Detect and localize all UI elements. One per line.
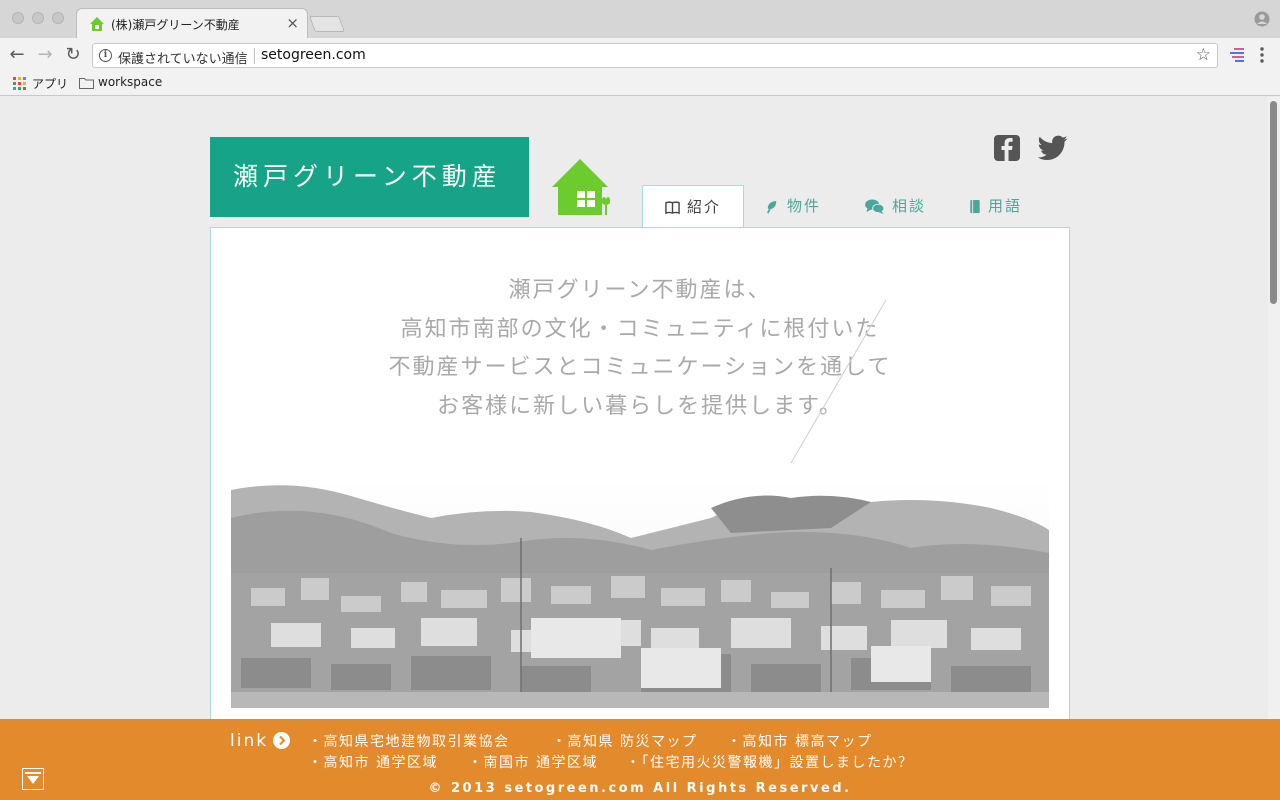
site-logo[interactable]: 瀬戸グリーン不動産 <box>210 137 529 217</box>
window-close-button[interactable] <box>12 12 24 24</box>
page-viewport: 瀬戸グリーン不動産 紹介 物件 相談 用語 瀬戸グリーン不動産は、 高知市南部の… <box>0 97 1280 800</box>
seedling-icon <box>767 200 777 213</box>
book-icon <box>665 200 680 214</box>
bookmark-workspace[interactable]: workspace <box>98 75 162 89</box>
link-label: link <box>230 731 269 751</box>
intro-line: 不動産サービスとコミュニケーションを通して <box>388 355 892 380</box>
reload-icon[interactable]: ↻ <box>62 44 84 66</box>
bookmark-star-icon[interactable]: ☆ <box>1196 45 1211 65</box>
footer-link[interactable]: ・南国市 通学区域 <box>468 752 598 772</box>
address-bar[interactable]: i 保護されていない通信 setogreen.com ☆ <box>92 43 1218 68</box>
url-text[interactable]: setogreen.com <box>261 47 366 63</box>
decorative-brush-stroke <box>790 299 887 464</box>
tab-intro-label: 紹介 <box>686 198 721 216</box>
forward-icon[interactable]: → <box>34 44 56 66</box>
footer-link[interactable]: ・高知県 防災マップ <box>552 731 697 751</box>
chat-icon <box>865 198 885 214</box>
intro-text: 瀬戸グリーン不動産は、 高知市南部の文化・コミュニティに根付いた 不動産サービス… <box>231 272 1049 426</box>
tab-properties-label: 物件 <box>787 197 822 215</box>
browser-tab[interactable]: (株)瀬戸グリーン不動産 × <box>76 8 308 38</box>
copyright-text: © 2013 setogreen.com All Rights Reserved… <box>428 781 852 796</box>
twitter-icon[interactable] <box>1038 135 1068 161</box>
address-separator <box>254 48 255 64</box>
browser-menu-icon[interactable] <box>1256 46 1268 64</box>
bookmarks-bar: アプリ workspace <box>0 72 1280 96</box>
footer-bar: link ・高知県宅地建物取引業協会 ・高知県 防災マップ ・高知市 標高マップ… <box>0 719 1280 800</box>
footer-link[interactable]: ・高知市 標高マップ <box>727 731 872 751</box>
window-minimize-button[interactable] <box>32 12 44 24</box>
tab-glossary-label: 用語 <box>988 197 1023 215</box>
intro-line: 瀬戸グリーン不動産は、 <box>508 278 772 303</box>
facebook-icon[interactable] <box>994 135 1020 161</box>
content-panel: 瀬戸グリーン不動産は、 高知市南部の文化・コミュニティに根付いた 不動産サービス… <box>210 227 1070 800</box>
tab-consult[interactable]: 相談 <box>864 185 926 227</box>
footer-link[interactable]: ・高知市 通学区域 <box>308 752 438 772</box>
intro-line: 高知市南部の文化・コミュニティに根付いた <box>400 316 880 342</box>
extension-icon[interactable] <box>1230 48 1246 62</box>
folder-icon <box>79 78 94 89</box>
new-tab-button[interactable] <box>309 16 345 32</box>
notebook-icon <box>970 199 980 213</box>
info-icon[interactable]: i <box>99 49 112 62</box>
chevron-right-icon <box>273 732 290 749</box>
tab-intro[interactable]: 紹介 <box>642 185 744 228</box>
tab-consult-label: 相談 <box>892 197 927 215</box>
browser-titlebar: (株)瀬戸グリーン不動産 × <box>0 0 1280 38</box>
house-logo-icon <box>552 159 610 215</box>
page-scrollbar[interactable] <box>1268 97 1280 720</box>
footer-link[interactable]: ・「住宅用火災警報機」設置しましたか？ <box>626 752 914 772</box>
cityscape-photo <box>231 478 1049 708</box>
bookmark-apps[interactable]: アプリ <box>32 75 68 92</box>
apps-grid-icon[interactable] <box>13 77 26 90</box>
back-icon[interactable]: ← <box>6 44 28 66</box>
house-favicon-icon <box>90 17 104 31</box>
footer-link[interactable]: ・高知県宅地建物取引業協会 <box>308 731 510 751</box>
scroll-thumb[interactable] <box>1270 101 1277 304</box>
intro-line: お客様に新しい暮らしを提供します。 <box>437 393 843 419</box>
tab-title: (株)瀬戸グリーン不動産 <box>111 18 240 32</box>
tab-properties[interactable]: 物件 <box>765 185 821 227</box>
tab-glossary[interactable]: 用語 <box>969 185 1022 227</box>
tab-close-icon[interactable]: × <box>286 14 299 32</box>
browser-toolbar: ← → ↻ i 保護されていない通信 setogreen.com ☆ <box>0 38 1280 72</box>
security-label: 保護されていない通信 <box>118 52 248 67</box>
profile-icon[interactable] <box>1254 11 1270 27</box>
window-zoom-button[interactable] <box>52 12 64 24</box>
